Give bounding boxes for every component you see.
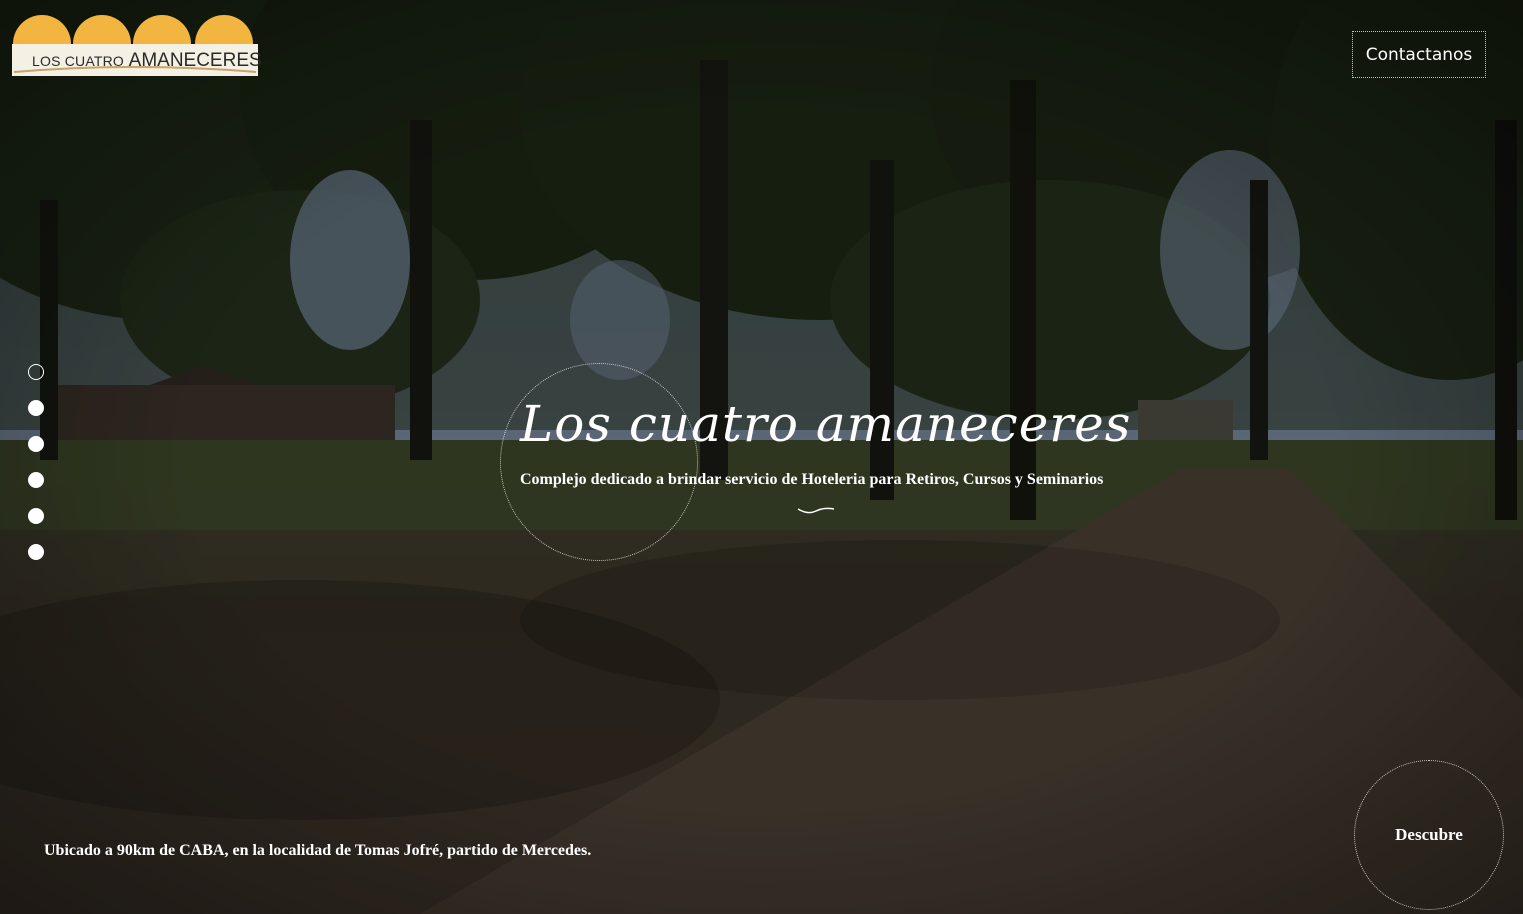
slider-dot-1[interactable] (28, 364, 44, 380)
slider-dot-2[interactable] (28, 400, 44, 416)
site-logo[interactable]: LOS CUATRO AMANECERES (12, 14, 262, 76)
slider-dot-5[interactable] (28, 508, 44, 524)
logo-text-small: LOS CUATRO (32, 53, 124, 69)
slider-dot-6[interactable] (28, 544, 44, 560)
location-text: Ubicado a 90km de CABA, en la localidad … (44, 842, 592, 859)
hero-title: Los cuatro amaneceres (520, 395, 1132, 453)
contact-button[interactable]: Contactanos (1352, 31, 1486, 78)
slider-dot-4[interactable] (28, 472, 44, 488)
logo-wordmark: LOS CUATRO AMANECERES (32, 50, 262, 72)
squiggle-divider-icon (797, 507, 835, 514)
hero-section: LOS CUATRO AMANECERES Contactanos Los cu… (0, 0, 1523, 914)
slider-pagination (28, 364, 46, 580)
decorative-ring (500, 363, 698, 561)
discover-button[interactable]: Descubre (1354, 760, 1504, 910)
dark-overlay (0, 0, 1523, 914)
hero-subtitle: Complejo dedicado a brindar servicio de … (520, 471, 1104, 488)
logo-text-big: AMANECERES (128, 50, 262, 71)
slider-dot-3[interactable] (28, 436, 44, 452)
